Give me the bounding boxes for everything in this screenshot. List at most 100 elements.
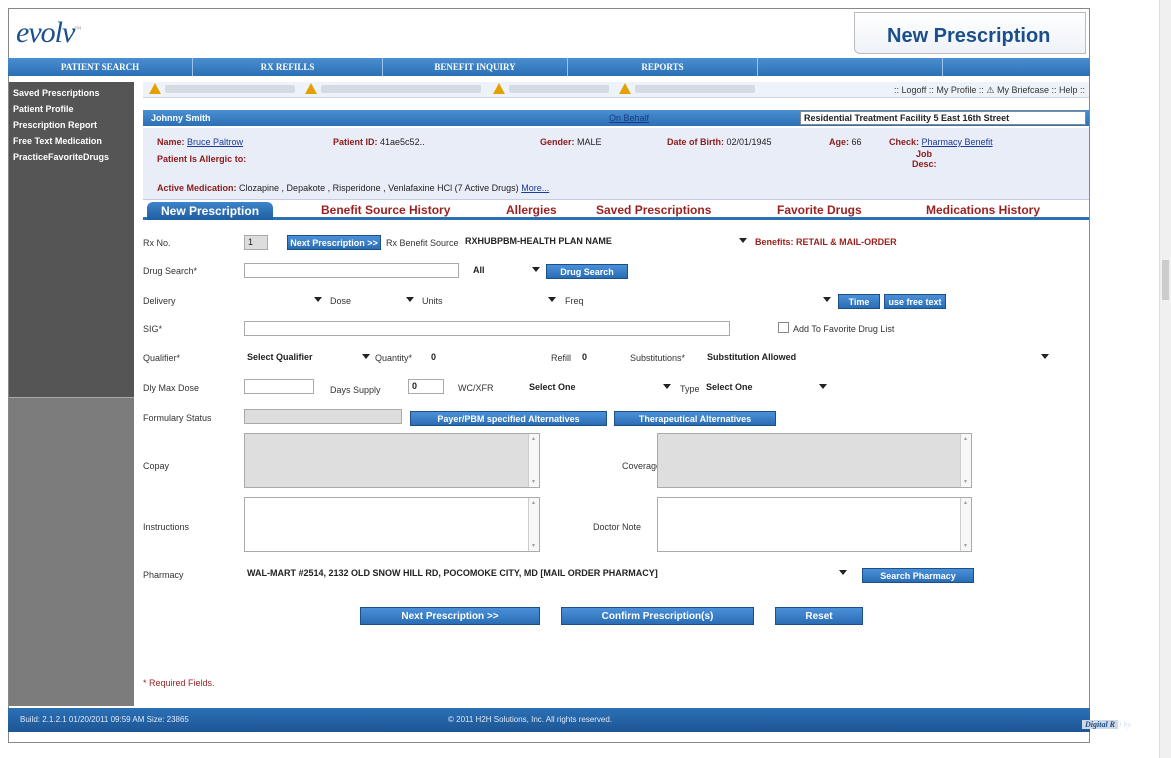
gender-label: Gender: xyxy=(540,137,575,147)
tab-medications-history[interactable]: Medications History xyxy=(926,203,1040,217)
instructions-scrollbar[interactable] xyxy=(528,498,539,551)
coverage-scrollbar[interactable] xyxy=(960,434,971,487)
footer: Build: 2.1.2.1 01/20/2011 09:59 AM Size:… xyxy=(8,708,1131,732)
tab-new-prescription[interactable]: New Prescription xyxy=(147,202,274,220)
add-favorite-label: Add To Favorite Drug List xyxy=(793,324,895,334)
doctor-note-scrollbar[interactable] xyxy=(960,498,971,551)
more-link[interactable]: More... xyxy=(521,183,549,193)
nav-patient-search[interactable]: Patient Search xyxy=(8,58,193,76)
payer-alternatives-button[interactable]: Payer/PBM specified Alternatives xyxy=(410,411,607,426)
account-links[interactable]: :: Logoff :: My Profile :: ⚠ My Briefcas… xyxy=(894,85,1085,96)
drug-search-input[interactable] xyxy=(244,263,459,278)
chevron-down-icon xyxy=(532,267,540,272)
dly-max-dose-input[interactable] xyxy=(244,379,314,394)
sig-label: SIG* xyxy=(143,324,163,334)
alert-text-blurred[interactable] xyxy=(635,85,755,93)
sidebar-item-free-text-medication[interactable]: Free Text Medication xyxy=(9,133,134,149)
use-free-text-button[interactable]: use free text xyxy=(884,294,946,309)
refill-label: Refill xyxy=(551,353,572,363)
tab-benefit-source-history[interactable]: Benefit Source History xyxy=(321,203,450,217)
tab-favorite-drugs[interactable]: Favorite Drugs xyxy=(777,203,862,217)
next-prescription-button[interactable]: Next Prescription >> xyxy=(360,607,540,625)
sidebar-menu: Saved Prescriptions Patient Profile Pres… xyxy=(9,82,134,397)
active-medication-row: Active Medication: Clozapine , Depakote … xyxy=(157,183,549,193)
warning-icon[interactable] xyxy=(149,83,161,94)
substitution-value: Substitution Allowed xyxy=(707,352,797,362)
dose-label: Dose xyxy=(330,296,352,306)
quantity-label: Quantity* xyxy=(375,353,413,363)
add-favorite-checkbox[interactable] xyxy=(778,322,789,333)
sidebar-item-practice-favorite-drugs[interactable]: PracticeFavoriteDrugs xyxy=(9,149,134,165)
patient-id: Patient ID: 41ae5c52.. xyxy=(333,137,425,147)
tab-saved-prescriptions[interactable]: Saved Prescriptions xyxy=(596,203,711,217)
doctor-note-textarea[interactable] xyxy=(657,497,972,552)
pharmacy-select[interactable]: WAL-MART #2514, 2132 OLD SNOW HILL RD, P… xyxy=(244,566,847,581)
instructions-textarea[interactable] xyxy=(244,497,540,552)
dose-select[interactable] xyxy=(362,293,414,308)
check-benefit: Check: Pharmacy Benefit xyxy=(889,137,993,147)
sidebar-item-patient-profile[interactable]: Patient Profile xyxy=(9,101,134,117)
alert-text-blurred[interactable] xyxy=(509,85,609,93)
build-info: Build: 2.1.2.1 01/20/2011 09:59 AM Size:… xyxy=(20,715,189,724)
copay-scrollbar[interactable] xyxy=(528,434,539,487)
patient-name-link[interactable]: Bruce Paltrow xyxy=(187,137,243,147)
dly-max-dose-label: Dly Max Dose xyxy=(143,383,200,393)
patient-display-name: Johnny Smith xyxy=(151,113,211,123)
page-title: New Prescription xyxy=(854,12,1086,54)
type-select[interactable]: Select One xyxy=(703,380,827,395)
patient-id-label: Patient ID: xyxy=(333,137,378,147)
therapeutical-alternatives-button[interactable]: Therapeutical Alternatives xyxy=(614,411,776,426)
reset-button[interactable]: Reset xyxy=(775,607,863,625)
nav-reports[interactable]: Reports xyxy=(568,58,758,76)
copay-textarea[interactable] xyxy=(244,433,540,488)
allergic-label: Patient Is Allergic to: xyxy=(157,154,247,164)
pharmacy-benefit-link[interactable]: Pharmacy Benefit xyxy=(922,137,993,147)
chevron-down-icon xyxy=(739,238,747,243)
warning-icon[interactable] xyxy=(493,83,505,94)
alert-text-blurred[interactable] xyxy=(321,85,481,93)
facility-select[interactable]: Residential Treatment Facility 5 East 16… xyxy=(800,111,1086,125)
coverage-label: Coverage xyxy=(622,461,662,471)
type-value: Select One xyxy=(706,382,753,392)
units-label: Units xyxy=(422,296,443,306)
scrollbar-thumb[interactable] xyxy=(1162,260,1169,300)
age: Age: 66 xyxy=(829,137,862,147)
time-button[interactable]: Time xyxy=(838,294,880,309)
on-behalf-link[interactable]: On Behalf xyxy=(609,113,649,123)
rx-no-label: Rx No. xyxy=(143,238,171,248)
active-med-label: Active Medication: xyxy=(157,183,237,193)
alert-text-blurred[interactable] xyxy=(165,85,295,93)
active-med-list: Clozapine , Depakote , Risperidone , Ven… xyxy=(239,183,519,193)
substitution-select[interactable]: Substitution Allowed xyxy=(704,350,1049,365)
refill-input[interactable]: 0 xyxy=(578,350,616,365)
confirm-prescriptions-button[interactable]: Confirm Prescription(s) xyxy=(561,607,754,625)
drug-search-button[interactable]: Drug Search xyxy=(546,264,628,279)
drug-filter-select[interactable]: All xyxy=(470,263,540,278)
sidebar: Saved Prescriptions Patient Profile Pres… xyxy=(9,82,134,706)
window-scrollbar[interactable] xyxy=(1159,0,1171,758)
tab-allergies[interactable]: Allergies xyxy=(506,203,557,217)
qualifier-select[interactable]: Select Qualifier xyxy=(244,350,370,365)
days-supply-input[interactable]: 0 xyxy=(408,379,444,394)
sidebar-item-prescription-report[interactable]: Prescription Report xyxy=(9,117,134,133)
nav-benefit-inquiry[interactable]: Benefit Inquiry xyxy=(383,58,568,76)
sig-input[interactable] xyxy=(244,321,730,336)
freq-select[interactable] xyxy=(586,293,831,308)
sidebar-item-saved-prescriptions[interactable]: Saved Prescriptions xyxy=(9,85,134,101)
date-of-birth: Date of Birth: 02/01/1945 xyxy=(667,137,772,147)
benefit-source-select[interactable]: RXHUBPBM-HEALTH PLAN NAME xyxy=(462,234,747,249)
units-select[interactable] xyxy=(456,293,556,308)
nav-rx-refills[interactable]: Rx Refills xyxy=(193,58,383,76)
coverage-textarea[interactable] xyxy=(657,433,972,488)
next-prescription-small-button[interactable]: Next Prescription >> xyxy=(287,235,381,250)
wc-xfr-select[interactable]: Select One xyxy=(526,380,671,395)
delivery-select[interactable] xyxy=(244,293,322,308)
warning-icon[interactable] xyxy=(305,83,317,94)
warning-icon[interactable] xyxy=(619,83,631,94)
check-label: Check: xyxy=(889,137,920,147)
wc-xfr-label: WC/XFR xyxy=(458,383,494,393)
quantity-input[interactable]: 0 xyxy=(427,350,539,365)
chevron-down-icon xyxy=(839,570,847,575)
search-pharmacy-button[interactable]: Search Pharmacy xyxy=(862,568,974,583)
copay-label: Copay xyxy=(143,461,170,471)
